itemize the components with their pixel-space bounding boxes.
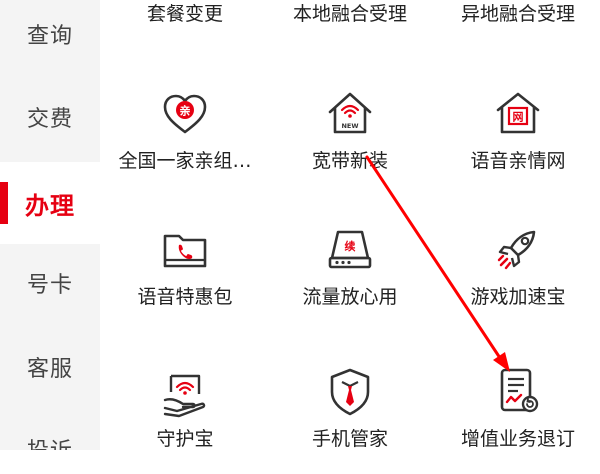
service-label: 守护宝 [156, 428, 214, 450]
document-refund-icon [490, 364, 546, 420]
service-phone-manager[interactable]: 手机管家 [265, 364, 435, 474]
sidebar-item-label: 交费 [26, 107, 73, 132]
service-broadband-install[interactable]: NEW 宽带新装 [265, 86, 435, 196]
service-voice-family-network[interactable]: 网 语音亲情网 [433, 86, 600, 196]
shield-tie-icon [322, 364, 378, 420]
svg-text:亲: 亲 [180, 104, 191, 118]
sidebar-item-label: 办理 [25, 191, 75, 220]
heart-family-icon: 亲 [157, 86, 213, 142]
service-voice-discount-pack[interactable]: 语音特惠包 [100, 222, 270, 332]
data-router-icon: 续 [322, 222, 378, 278]
service-grid: 套餐变更 本地融合受理 异地融合受理 亲 全国一家亲组… NEW 宽带新装 网 … [100, 0, 600, 450]
sidebar-item-number-card[interactable]: 号卡 [0, 242, 100, 324]
service-label: 流量放心用 [302, 286, 398, 308]
service-label: 本地融合受理 [292, 3, 407, 25]
hand-wifi-icon [157, 364, 213, 420]
svg-text:NEW: NEW [341, 122, 358, 130]
service-label: 套餐变更 [146, 3, 223, 25]
active-indicator [0, 182, 8, 224]
service-label: 增值业务退订 [460, 428, 575, 450]
sidebar-item-label: 查询 [26, 24, 73, 49]
sidebar-item-label: 投诉 [27, 433, 73, 450]
sidebar-item-query[interactable]: 查询 [0, 0, 100, 75]
sidebar-item-complaint[interactable]: 投诉 [0, 408, 100, 450]
house-wifi-icon: NEW [322, 86, 378, 142]
service-label: 宽带新装 [311, 150, 388, 172]
service-package-change[interactable]: 套餐变更 [100, 0, 270, 26]
service-data-worry-free[interactable]: 续 流量放心用 [265, 222, 435, 332]
rocket-icon [490, 222, 546, 278]
folder-phone-icon [157, 222, 213, 278]
service-label: 语音特惠包 [137, 286, 233, 308]
sidebar-item-label: 号卡 [26, 273, 73, 298]
service-game-accelerator[interactable]: 游戏加速宝 [433, 222, 600, 332]
svg-text:续: 续 [345, 239, 356, 253]
sidebar-item-label: 客服 [26, 357, 73, 382]
sidebar-item-payment[interactable]: 交费 [0, 76, 100, 158]
service-label: 全国一家亲组… [118, 150, 252, 172]
service-label: 手机管家 [311, 428, 388, 450]
service-local-fusion[interactable]: 本地融合受理 [265, 0, 435, 26]
sidebar-item-handle[interactable]: 办理 [0, 162, 100, 244]
service-label: 游戏加速宝 [470, 286, 566, 308]
service-label: 语音亲情网 [470, 150, 566, 172]
service-guardian[interactable]: 守护宝 [100, 364, 270, 474]
service-label: 异地融合受理 [460, 3, 575, 25]
svg-text:网: 网 [513, 111, 524, 124]
service-remote-fusion[interactable]: 异地融合受理 [433, 0, 600, 26]
category-sidebar: 查询 交费 办理 号卡 客服 投诉 [0, 0, 100, 450]
service-family-group[interactable]: 亲 全国一家亲组… [100, 86, 270, 196]
service-value-added-unsubscribe[interactable]: 增值业务退订 [433, 364, 600, 474]
sidebar-item-customer-service[interactable]: 客服 [0, 326, 100, 408]
voice-family-network-icon: 网 [490, 86, 546, 142]
